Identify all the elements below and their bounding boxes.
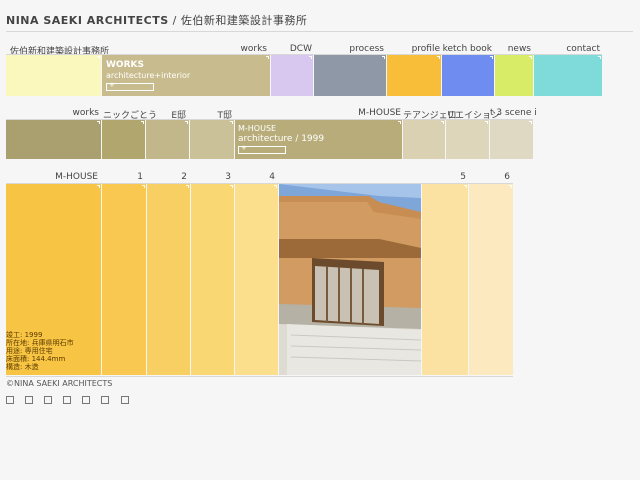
works-nav-block-4[interactable] <box>190 120 234 159</box>
footer-square-1[interactable] <box>6 396 14 404</box>
house-photo <box>279 184 421 375</box>
top-nav-card-button[interactable] <box>106 81 154 91</box>
detail-use: 用途: 専用住宅 <box>6 347 53 355</box>
brand-name: NINA SAEKI ARCHITECTS <box>6 14 169 27</box>
works-card-button[interactable] <box>238 144 286 154</box>
nav-profile-block[interactable] <box>387 55 441 96</box>
house-tab-3[interactable] <box>191 184 234 375</box>
detail-completion: 竣工: 1999 <box>6 331 43 339</box>
top-nav-works-card[interactable]: WORKS architecture+interior <box>102 55 270 96</box>
works-card-title: M-HOUSE <box>238 124 277 133</box>
footer-square-2[interactable] <box>25 396 34 404</box>
works-nav-scene-label[interactable]: t 3 scene i <box>490 108 537 118</box>
detail-structure: 構造: 木造 <box>6 363 39 371</box>
top-nav-rule <box>6 54 602 55</box>
footer-square-6[interactable] <box>101 396 110 404</box>
detail-floor-area: 床面積: 144.4mm <box>6 355 66 363</box>
nav-profile-label[interactable]: profile <box>387 44 440 54</box>
nav-sketchbook-label[interactable]: ketch book <box>442 44 492 54</box>
top-nav-card-subtitle: architecture+interior <box>106 71 191 80</box>
house-nav-1-label[interactable]: 1 <box>103 172 143 182</box>
nav-process-block[interactable] <box>314 55 386 96</box>
works-nav-block-1[interactable] <box>6 120 101 159</box>
works-nav-block-6[interactable] <box>403 120 445 159</box>
house-tab-6[interactable] <box>469 184 513 375</box>
footer-square-4[interactable] <box>63 396 72 404</box>
works-nav-block-2[interactable] <box>102 120 145 159</box>
house-tab-4[interactable] <box>235 184 278 375</box>
detail-location: 所在地: 兵庫県明石市 <box>6 339 74 347</box>
top-nav-light-block <box>6 55 101 96</box>
house-nav-2-label[interactable]: 2 <box>147 172 187 182</box>
nav-contact-label[interactable]: contact <box>534 44 600 54</box>
nav-news-block[interactable] <box>495 55 533 96</box>
works-card-subtitle: architecture / 1999 <box>238 134 325 144</box>
footer-square-7[interactable] <box>120 396 129 404</box>
nav-process-label[interactable]: process <box>314 44 384 54</box>
top-nav-card-title: WORKS <box>106 60 144 70</box>
footer-rule <box>6 376 513 377</box>
nav-dcw-block[interactable] <box>271 55 313 96</box>
house-nav-5-label[interactable]: 5 <box>422 172 466 182</box>
house-nav-mhouse-label[interactable]: M-HOUSE <box>6 172 98 182</box>
works-nav-works-label[interactable]: works <box>6 108 99 118</box>
footer-square-3[interactable] <box>44 396 53 404</box>
nav-works-label[interactable]: works <box>209 44 267 54</box>
works-nav-mhouse-card[interactable]: M-HOUSE architecture / 1999 <box>235 120 402 159</box>
copyright-text: ©NINA SAEKI ARCHITECTS <box>6 379 113 388</box>
nav-news-label[interactable]: news <box>495 44 531 54</box>
nav-dcw-label[interactable]: DCW <box>271 44 312 54</box>
works-nav-block-3[interactable] <box>146 120 189 159</box>
house-nav-6-label[interactable]: 6 <box>470 172 510 182</box>
header-rule <box>6 31 633 32</box>
nav-sketchbook-block[interactable] <box>442 55 494 96</box>
site-header: NINA SAEKI ARCHITECTS / 佐伯新和建築設計事務所 <box>6 12 307 28</box>
works-nav-block-8[interactable] <box>490 120 533 159</box>
house-photo-image <box>279 184 421 375</box>
house-tab-5[interactable] <box>422 184 468 375</box>
nav-contact-block[interactable] <box>534 55 602 96</box>
footer-squares <box>6 389 135 408</box>
house-tab-2[interactable] <box>147 184 190 375</box>
house-nav-4-label[interactable]: 4 <box>235 172 275 182</box>
brand-subtitle: / 佐伯新和建築設計事務所 <box>172 14 308 27</box>
house-details: 竣工: 1999 所在地: 兵庫県明石市 用途: 専用住宅 床面積: 144.4… <box>6 331 74 371</box>
works-nav-mhouse-label[interactable]: M-HOUSE <box>236 108 401 118</box>
works-nav-block-7[interactable] <box>446 120 489 159</box>
footer-square-5[interactable] <box>82 396 91 404</box>
house-tab-1[interactable] <box>102 184 146 375</box>
house-nav-3-label[interactable]: 3 <box>191 172 231 182</box>
